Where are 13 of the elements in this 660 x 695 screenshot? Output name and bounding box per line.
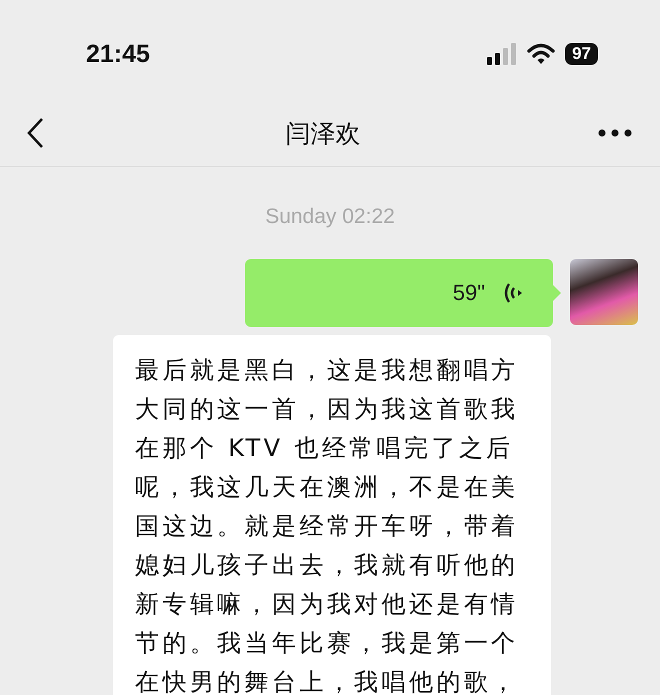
more-icon[interactable] xyxy=(598,129,632,137)
status-time: 21:45 xyxy=(86,40,150,68)
voice-duration: 59" xyxy=(452,280,485,306)
wifi-icon xyxy=(527,43,556,65)
signal-icon xyxy=(487,43,518,65)
voice-wave-icon xyxy=(503,281,523,305)
text-message-bubble: 最后就是黑白，这是我想翻唱方大同的这一首，因为我这首歌我在那个 KTV 也经常唱完了之后呢，我这几天在澳洲，不是在美国这边。就是经常开车呀，带着媳妇儿孩子出去，我就有听他的新专辑嘛，因为我对他还是有情节的。我当年比赛，我是第一个在快男的舞台上，我唱他的歌， xyxy=(113,335,551,695)
bubble-tail xyxy=(553,285,561,301)
avatar-photo-placeholder[interactable] xyxy=(570,259,638,325)
message-timestamp: Sunday 02:22 xyxy=(265,205,395,229)
chat-title: 闫泽欢 xyxy=(286,118,360,150)
voice-message-bubble[interactable]: 59" xyxy=(245,259,553,327)
battery-level: 97 xyxy=(565,43,598,65)
